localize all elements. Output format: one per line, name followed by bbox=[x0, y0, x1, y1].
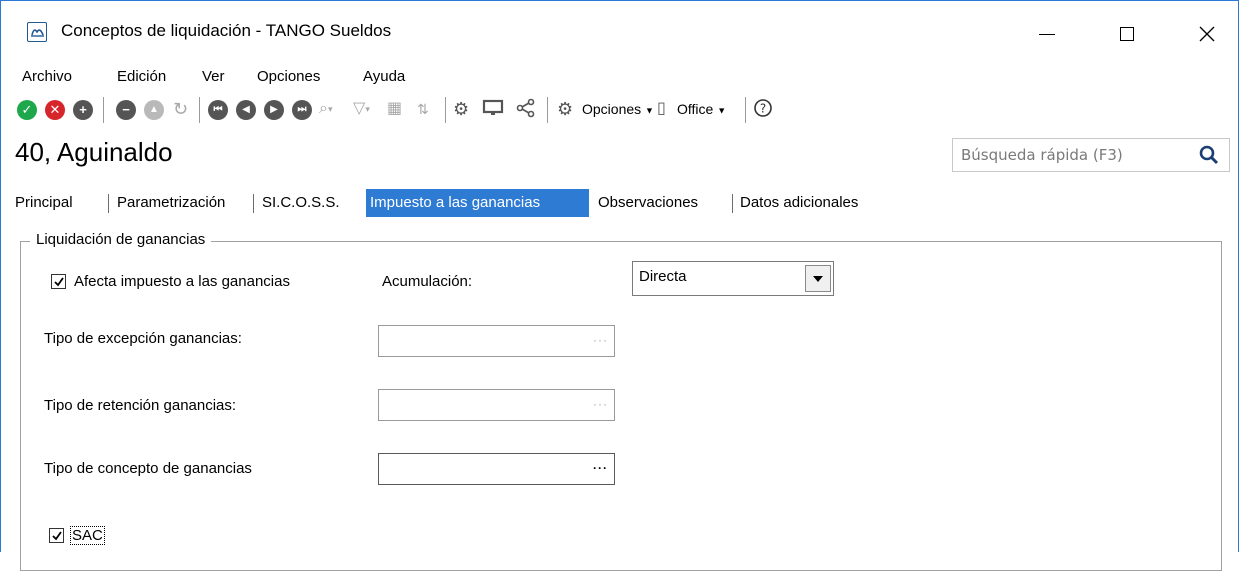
toolbar-separator bbox=[103, 97, 104, 123]
tab-principal[interactable]: Principal bbox=[11, 189, 77, 217]
search-input[interactable] bbox=[959, 145, 1189, 165]
office-icon: ▯ bbox=[657, 100, 666, 117]
tab-parametrizacion[interactable]: Parametrización bbox=[113, 189, 229, 217]
menu-ayuda[interactable]: Ayuda bbox=[363, 68, 405, 85]
check-icon bbox=[52, 531, 62, 541]
acumulacion-value: Directa bbox=[639, 268, 687, 285]
retencion-label: Tipo de retención ganancias: bbox=[44, 397, 237, 414]
excepcion-label: Tipo de excepción ganancias: bbox=[44, 330, 242, 347]
menu-archivo[interactable]: Archivo bbox=[22, 68, 72, 85]
caret-down-icon: ▼ bbox=[645, 105, 654, 116]
ellipsis-icon[interactable]: ··· bbox=[593, 398, 608, 410]
acumulacion-select[interactable]: Directa bbox=[632, 261, 834, 296]
tab-separator bbox=[253, 194, 254, 213]
office-dropdown-button[interactable]: Office ▼ bbox=[677, 101, 726, 117]
menu-ver[interactable]: Ver bbox=[202, 68, 225, 85]
excepcion-field[interactable]: ··· bbox=[378, 325, 615, 357]
sort-icon[interactable]: ⇅ bbox=[417, 98, 429, 120]
sac-label[interactable]: SAC bbox=[70, 526, 105, 545]
ellipsis-icon[interactable]: ··· bbox=[593, 462, 608, 474]
tab-impuesto-ganancias[interactable]: Impuesto a las ganancias bbox=[366, 189, 589, 217]
svg-text:?: ? bbox=[760, 102, 766, 116]
caret-down-icon: ▼ bbox=[717, 105, 727, 116]
window-title: Conceptos de liquidación - TANGO Sueldos bbox=[61, 21, 392, 40]
sac-checkbox[interactable] bbox=[49, 528, 64, 543]
app-logo-icon bbox=[27, 22, 47, 42]
office-label: Office bbox=[677, 101, 714, 117]
afecta-ganancias-label[interactable]: Afecta impuesto a las ganancias bbox=[74, 273, 290, 290]
quick-search[interactable] bbox=[952, 138, 1230, 172]
check-icon bbox=[54, 277, 64, 287]
menu-bar: Archivo Edición Ver Opciones Ayuda bbox=[1, 65, 1238, 91]
acumulacion-dropdown-button[interactable] bbox=[805, 265, 831, 292]
chevron-down-icon bbox=[813, 276, 823, 282]
tab-bar: Principal Parametrización SI.C.O.S.S. Im… bbox=[1, 189, 1238, 217]
tab-sicoss[interactable]: SI.C.O.S.S. bbox=[258, 189, 344, 217]
maximize-icon bbox=[1120, 27, 1134, 42]
tab-separator bbox=[108, 194, 109, 213]
cancel-icon[interactable]: ✕ bbox=[45, 100, 65, 120]
help-icon[interactable]: ? bbox=[753, 98, 773, 123]
acumulacion-label: Acumulación: bbox=[382, 273, 473, 290]
accept-icon[interactable]: ✓ bbox=[17, 100, 37, 120]
concepto-label: Tipo de concepto de ganancias bbox=[44, 460, 252, 477]
afecta-ganancias-checkbox[interactable] bbox=[51, 274, 66, 289]
search-icon[interactable] bbox=[1199, 145, 1219, 165]
add-icon[interactable]: + bbox=[73, 100, 93, 120]
close-button[interactable] bbox=[1177, 9, 1237, 57]
tab-datos-adicionales[interactable]: Datos adicionales bbox=[736, 189, 862, 217]
grid-icon[interactable]: ▦ bbox=[387, 98, 402, 120]
menu-opciones[interactable]: Opciones bbox=[257, 68, 320, 85]
binoculars-icon[interactable]: ⌕▾ bbox=[319, 98, 333, 120]
opciones-dropdown-button[interactable]: Opciones ▼ bbox=[582, 101, 654, 117]
toolbar-separator bbox=[547, 97, 548, 123]
monitor-icon[interactable] bbox=[482, 98, 504, 123]
retencion-field[interactable]: ··· bbox=[378, 389, 615, 421]
maximize-button[interactable] bbox=[1097, 9, 1157, 57]
options-gear-icon: ⚙ bbox=[557, 99, 574, 119]
opciones-label: Opciones bbox=[582, 101, 642, 117]
first-record-icon[interactable]: ⏮ bbox=[208, 100, 228, 120]
next-record-icon[interactable]: ▶ bbox=[264, 100, 284, 120]
toolbar-separator bbox=[199, 97, 200, 123]
minimize-icon bbox=[1039, 33, 1055, 35]
share-icon[interactable] bbox=[516, 98, 536, 123]
title-bar: Conceptos de liquidación - TANGO Sueldos bbox=[1, 1, 1238, 65]
last-record-icon[interactable]: ⏭ bbox=[292, 100, 312, 120]
tab-separator bbox=[732, 194, 733, 213]
toolbar-separator bbox=[445, 97, 446, 123]
filter-icon[interactable]: ▽▾ bbox=[353, 98, 370, 120]
delete-icon[interactable]: − bbox=[116, 100, 136, 120]
app-window: Conceptos de liquidación - TANGO Sueldos… bbox=[0, 0, 1239, 571]
warning-icon[interactable]: ▲ bbox=[144, 100, 164, 120]
ellipsis-icon[interactable]: ··· bbox=[593, 334, 608, 346]
close-icon bbox=[1199, 26, 1215, 42]
refresh-icon[interactable]: ↻ bbox=[173, 98, 188, 120]
groupbox-legend: Liquidación de ganancias bbox=[30, 231, 212, 248]
toolbar-separator bbox=[745, 97, 746, 123]
minimize-button[interactable] bbox=[1017, 9, 1077, 57]
tab-observaciones[interactable]: Observaciones bbox=[594, 189, 702, 217]
record-title: 40, Aguinaldo bbox=[15, 137, 173, 167]
previous-record-icon[interactable]: ◀ bbox=[236, 100, 256, 120]
concepto-field[interactable]: ··· bbox=[378, 453, 615, 485]
toolbar: ✓ ✕ + − ▲ ↻ ⏮ ◀ ▶ ⏭ ⌕▾ ▽▾ ▦ ⇅ ⚙ ⚙ Opcion… bbox=[1, 91, 1238, 127]
menu-edicion[interactable]: Edición bbox=[117, 68, 166, 85]
settings-icon[interactable]: ⚙ bbox=[453, 98, 469, 120]
